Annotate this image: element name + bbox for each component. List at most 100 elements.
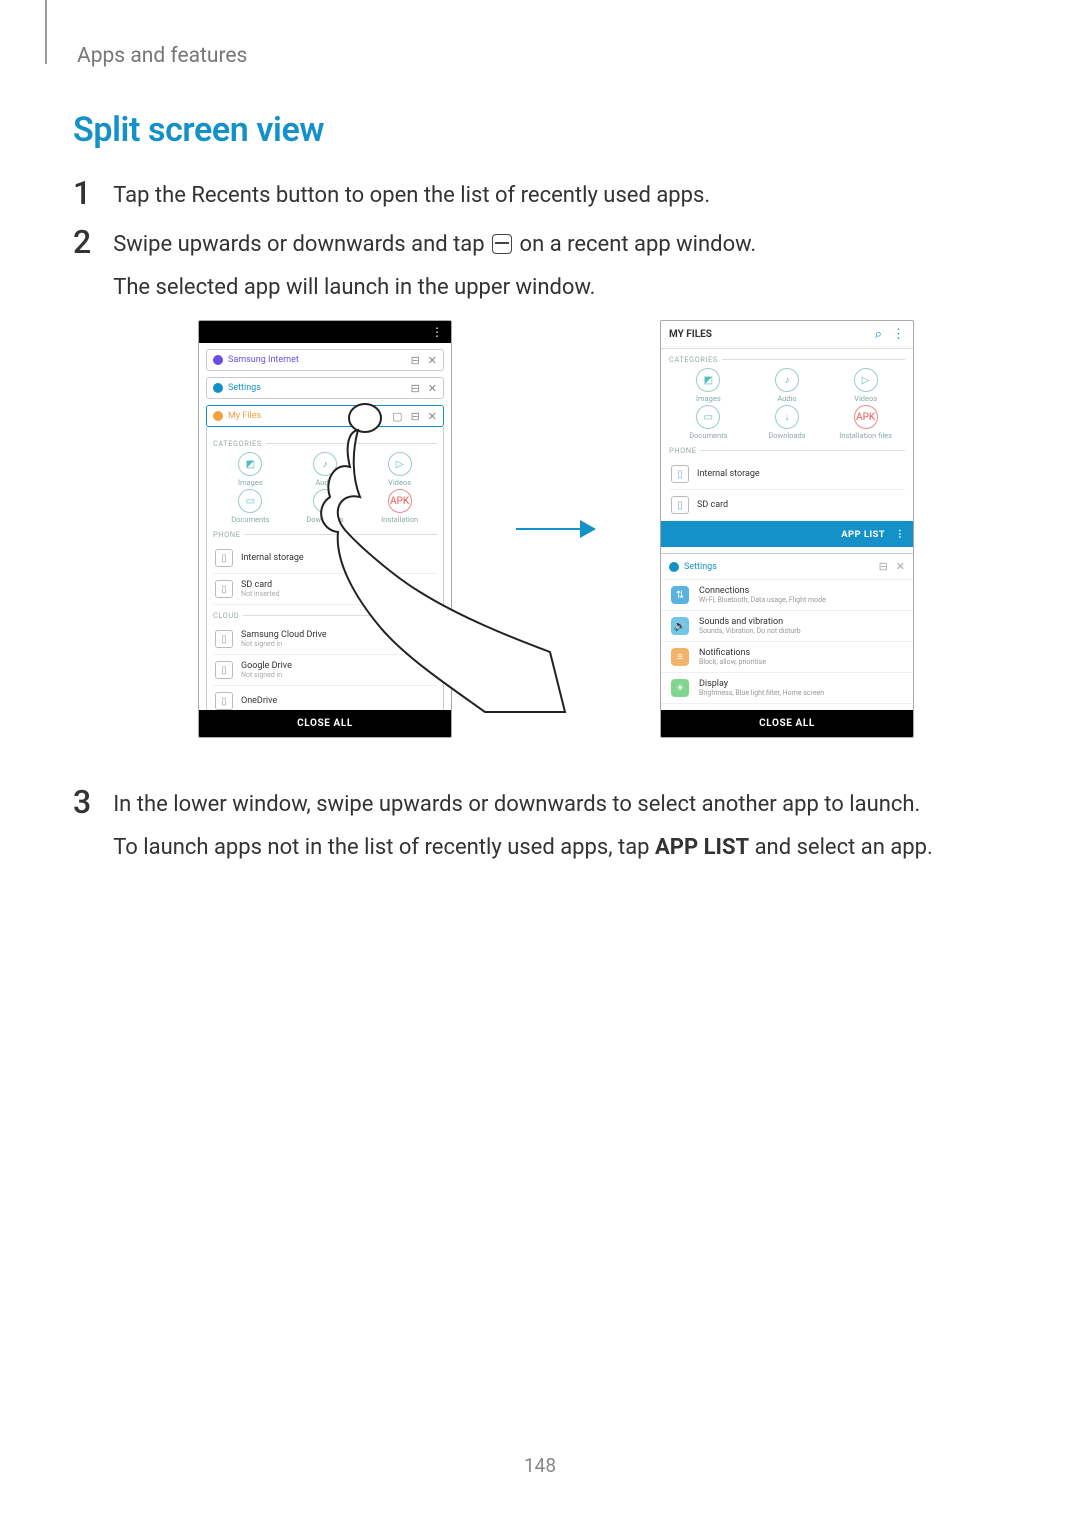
category-label: Images: [213, 478, 288, 487]
category-icon: ▭: [238, 489, 262, 513]
category-label: Installation files: [826, 431, 905, 440]
storage-icon: ▯: [671, 496, 689, 514]
category-item[interactable]: ♪Audio: [288, 452, 363, 487]
storage-icon: ▯: [215, 580, 233, 598]
close-icon[interactable]: ✕: [428, 354, 437, 367]
item-label: Internal storage: [241, 553, 304, 563]
item-label: SD card: [697, 500, 728, 510]
close-all-button[interactable]: CLOSE ALL: [661, 710, 913, 737]
list-item[interactable]: ▯ Internal storage: [669, 459, 905, 490]
close-icon[interactable]: ✕: [428, 382, 437, 395]
category-icon: ◩: [696, 368, 720, 392]
screenshot-row: ⋮ Samsung Internet⊟✕Settings⊟✕My Files▢⊟…: [198, 320, 914, 738]
category-icon: ↓: [313, 489, 337, 513]
category-label: Downloads: [748, 431, 827, 440]
category-label: Videos: [362, 478, 437, 487]
text-frag: and select an app.: [749, 835, 933, 860]
app-list-button[interactable]: APP LIST: [841, 529, 885, 540]
settings-row[interactable]: ☀DisplayBrightness, Blue light filter, H…: [661, 673, 913, 704]
category-item[interactable]: ◩Images: [669, 368, 748, 403]
category-icon: ♪: [775, 368, 799, 392]
step-1: 1 Tap the Recents button to open the lis…: [73, 179, 710, 212]
category-icon: ▷: [388, 452, 412, 476]
category-icon: ↓: [775, 405, 799, 429]
step-2: 2 Swipe upwards or downwards and tap on …: [73, 228, 1023, 304]
card-label: Settings: [684, 562, 717, 572]
page-border: [45, 0, 47, 64]
text-bold: APP LIST: [655, 835, 749, 860]
recents-card[interactable]: Samsung Internet ⊟ ✕: [206, 349, 444, 371]
list-item[interactable]: ▯ Internal storage: [213, 543, 437, 574]
category-label: Audio: [288, 478, 363, 487]
recents-card[interactable]: Settings⊟✕: [206, 377, 444, 399]
list-item[interactable]: ▯Samsung Cloud DriveNot signed in: [213, 624, 437, 655]
page-number: 148: [0, 1454, 1080, 1477]
category-icon: APK: [854, 405, 878, 429]
expand-icon[interactable]: ▢: [392, 410, 402, 423]
category-label: Videos: [826, 394, 905, 403]
more-icon[interactable]: ⋮: [892, 327, 905, 342]
split-icon[interactable]: ⊟: [411, 382, 420, 395]
page-title: Split screen view: [73, 110, 324, 150]
category-label: Audio: [748, 394, 827, 403]
settings-icon: ☀: [671, 679, 689, 697]
app-header: MY FILES ⌕ ⋮: [661, 321, 913, 349]
close-icon[interactable]: ✕: [896, 560, 905, 573]
category-item[interactable]: APK Installation files: [826, 405, 905, 440]
item-label: Internal storage: [697, 469, 760, 479]
item-label: Samsung Cloud Drive: [241, 630, 327, 640]
step-3: 3 In the lower window, swipe upwards or …: [73, 788, 1023, 864]
settings-icon: 🔊: [671, 617, 689, 635]
split-icon[interactable]: ⊟: [879, 560, 888, 573]
more-icon[interactable]: ⋮: [895, 529, 905, 540]
category-item[interactable]: ♪ Audio: [748, 368, 827, 403]
category-item[interactable]: ◩Images: [213, 452, 288, 487]
category-item[interactable]: ↓ Downloads: [748, 405, 827, 440]
recents-card[interactable]: My Files▢⊟✕: [206, 405, 444, 427]
settings-label: Connections: [699, 586, 826, 596]
section-categories: CATEGORIES: [669, 355, 905, 364]
settings-row[interactable]: ⇅ ConnectionsWi-Fi, Bluetooth, Data usage…: [661, 580, 913, 611]
close-all-button[interactable]: CLOSE ALL: [199, 710, 451, 737]
split-icon[interactable]: ⊟: [411, 354, 420, 367]
storage-icon: ▯: [215, 549, 233, 567]
category-item[interactable]: ▷Videos: [826, 368, 905, 403]
category-item[interactable]: ▭Documents: [669, 405, 748, 440]
list-item[interactable]: ▯SD cardNot inserted: [213, 574, 437, 605]
settings-label: Sounds and vibration: [699, 617, 801, 627]
split-icon[interactable]: ⊟: [411, 410, 420, 423]
list-item[interactable]: ▯ SD card: [669, 490, 905, 521]
phone-right: MY FILES ⌕ ⋮ CATEGORIES ◩Images ♪ Audio▷Vi…: [660, 320, 914, 738]
category-item[interactable]: APKInstallation: [362, 489, 437, 524]
category-item[interactable]: ▭ Documents: [213, 489, 288, 524]
settings-label: Notifications: [699, 648, 766, 658]
card-label: Samsung Internet: [228, 355, 299, 365]
item-sublabel: Not signed in: [241, 671, 292, 679]
close-icon[interactable]: ✕: [428, 410, 437, 423]
category-item[interactable]: ↓ Downloads: [288, 489, 363, 524]
settings-row[interactable]: ≡NotificationsBlock, allow, prioritise: [661, 642, 913, 673]
status-bar: ⋮: [199, 321, 451, 343]
settings-sublabel: Wi-Fi, Bluetooth, Data usage, Flight mod…: [699, 596, 826, 604]
settings-row[interactable]: 🔊Sounds and vibrationSounds, Vibration, …: [661, 611, 913, 642]
category-item[interactable]: ▷ Videos: [362, 452, 437, 487]
recents-card-settings[interactable]: Settings ⊟ ✕: [661, 554, 913, 580]
list-item[interactable]: ▯Google DriveNot signed in: [213, 655, 437, 686]
storage-icon: ▯: [671, 465, 689, 483]
category-icon: ▭: [696, 405, 720, 429]
step-number: 1: [73, 177, 91, 209]
text-frag: To launch apps not in the list of recent…: [113, 835, 655, 860]
category-label: Documents: [213, 515, 288, 524]
settings-icon: ⇅: [671, 586, 689, 604]
myfiles-content: CATEGORIES ◩Images♪Audio▷Videos▭Document…: [206, 427, 444, 724]
item-label: Google Drive: [241, 661, 292, 671]
search-icon[interactable]: ⌕: [875, 327, 882, 342]
storage-icon: ▯: [215, 692, 233, 710]
step-number: 3: [73, 786, 91, 818]
more-icon[interactable]: ⋮: [431, 326, 443, 338]
text-frag: In the lower window, swipe upwards or do…: [113, 792, 920, 817]
category-label: Downloads: [288, 515, 363, 524]
step-subtext: The selected app will launch in the uppe…: [113, 271, 756, 304]
text-frag: on a recent app window.: [514, 232, 756, 257]
arrow-icon: [516, 517, 596, 541]
